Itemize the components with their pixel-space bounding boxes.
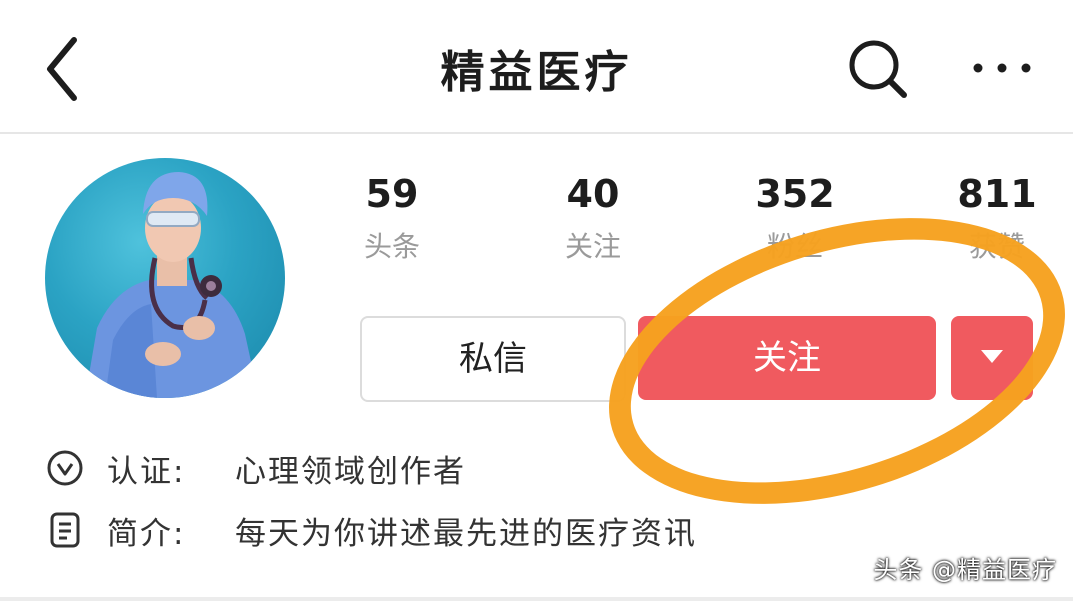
bio-row: 简介: 每天为你讲述最先进的医疗资讯 bbox=[45, 508, 697, 552]
top-bar: 精益医疗 bbox=[0, 0, 1073, 134]
stat-label: 粉丝 bbox=[766, 230, 823, 263]
bio-label: 简介: bbox=[107, 515, 186, 552]
message-button[interactable]: 私信 bbox=[360, 316, 626, 402]
verification-row: 认证: 心理领域创作者 bbox=[45, 446, 466, 490]
stat-label: 关注 bbox=[564, 230, 621, 263]
profile-section: 59 头条 40 关注 352 粉丝 811 获赞 私信 关注 认证: 心理领域… bbox=[0, 134, 1073, 601]
divider bbox=[0, 597, 1073, 601]
stat-followers[interactable]: 352 粉丝 bbox=[735, 170, 855, 264]
more-button[interactable] bbox=[966, 46, 1038, 90]
more-icon bbox=[973, 63, 1031, 73]
document-icon bbox=[50, 512, 80, 548]
stat-label: 获赞 bbox=[968, 230, 1025, 263]
verification-value: 心理领域创作者 bbox=[235, 453, 466, 490]
search-icon bbox=[849, 40, 907, 98]
verification-label: 认证: bbox=[107, 453, 186, 490]
stat-value: 40 bbox=[566, 172, 620, 216]
caret-down-icon bbox=[981, 350, 1003, 363]
search-button[interactable] bbox=[842, 36, 914, 100]
follow-dropdown-button[interactable] bbox=[951, 316, 1033, 400]
stat-value: 352 bbox=[755, 172, 835, 216]
stat-likes[interactable]: 811 获赞 bbox=[937, 170, 1057, 264]
stat-posts[interactable]: 59 头条 bbox=[332, 170, 452, 264]
stat-value: 811 bbox=[957, 172, 1037, 216]
stat-label: 头条 bbox=[363, 230, 420, 263]
stat-following[interactable]: 40 关注 bbox=[533, 170, 653, 264]
verified-icon bbox=[47, 450, 83, 486]
avatar[interactable] bbox=[45, 158, 285, 398]
stat-value: 59 bbox=[365, 172, 419, 216]
avatar-image bbox=[85, 172, 259, 398]
bio-value: 每天为你讲述最先进的医疗资讯 bbox=[235, 515, 697, 552]
follow-button[interactable]: 关注 bbox=[638, 316, 936, 400]
watermark: 头条 @精益医疗 bbox=[873, 556, 1057, 584]
